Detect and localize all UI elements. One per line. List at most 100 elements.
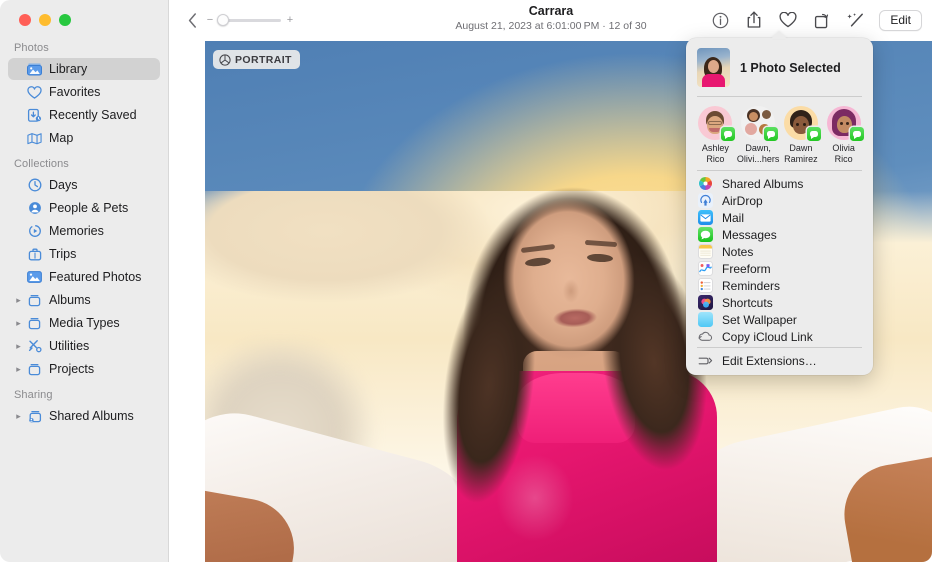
edit-button[interactable]: Edit bbox=[879, 10, 922, 31]
sidebar-item-favorites[interactable]: ▸ Favorites bbox=[8, 81, 160, 103]
share-menu-item-label: Copy iCloud Link bbox=[722, 330, 813, 344]
share-selection-header: 1 Photo Selected bbox=[686, 45, 873, 96]
heart-icon bbox=[25, 86, 44, 99]
sidebar-item-map[interactable]: ▸ Map bbox=[8, 127, 160, 149]
chevron-right-icon[interactable]: ▸ bbox=[12, 405, 25, 427]
share-menu-item-copy-icloud-link[interactable]: Copy iCloud Link bbox=[686, 328, 873, 345]
sidebar-item-label: Favorites bbox=[49, 85, 100, 99]
sidebar-item-people-and-pets[interactable]: ▸ People & Pets bbox=[8, 197, 160, 219]
zoom-in-label[interactable]: + bbox=[286, 14, 294, 26]
share-menu-item-label: Set Wallpaper bbox=[722, 313, 797, 327]
sidebar-item-days[interactable]: ▸ Days bbox=[8, 174, 160, 196]
toolbar-actions: Edit bbox=[709, 0, 922, 40]
extensions-icon bbox=[698, 353, 713, 368]
thumbnail-face bbox=[708, 60, 719, 73]
sidebar-item-label: Utilities bbox=[49, 339, 89, 353]
library-icon bbox=[25, 63, 44, 76]
sidebar-item-label: People & Pets bbox=[49, 201, 128, 215]
minimize-button[interactable] bbox=[39, 14, 51, 26]
share-menu-item-freeform[interactable]: Freeform bbox=[686, 260, 873, 277]
sidebar-item-label: Recently Saved bbox=[49, 108, 137, 122]
person-circle-icon bbox=[25, 201, 44, 215]
chevron-right-icon[interactable]: ▸ bbox=[12, 312, 25, 334]
avatar bbox=[827, 106, 861, 140]
shortcuts-icon bbox=[698, 295, 713, 310]
share-menu-item-reminders[interactable]: Reminders bbox=[686, 277, 873, 294]
share-menu-item-mail[interactable]: Mail bbox=[686, 209, 873, 226]
sidebar-item-trips[interactable]: ▸ Trips bbox=[8, 243, 160, 265]
messages-badge bbox=[850, 127, 864, 141]
share-menu-item-label: AirDrop bbox=[722, 194, 763, 208]
album-icon bbox=[25, 294, 44, 307]
sidebar-item-label: Map bbox=[49, 131, 73, 145]
share-menu-item-label: Edit Extensions… bbox=[722, 354, 817, 368]
close-button[interactable] bbox=[19, 14, 31, 26]
share-menu-item-edit-extensions[interactable]: Edit Extensions… bbox=[686, 352, 873, 369]
photos-app-window: Photos ▸ Library ▸ bbox=[0, 0, 932, 562]
chevron-right-icon[interactable]: ▸ bbox=[12, 335, 25, 357]
sidebar-item-label: Memories bbox=[49, 224, 104, 238]
sidebar-item-featured-photos[interactable]: ▸ Featured Photos bbox=[8, 266, 160, 288]
sidebar-item-label: Featured Photos bbox=[49, 270, 141, 284]
suggested-people-row: Ashley Rico Dawn, Olivi...hers bbox=[686, 97, 873, 170]
favorite-button[interactable] bbox=[777, 9, 799, 31]
sidebar-section-photos-list: ▸ Library ▸ Favo bbox=[0, 58, 168, 149]
suggested-person-group[interactable]: Dawn, Olivi...hers bbox=[737, 106, 780, 164]
clock-icon bbox=[25, 178, 44, 192]
share-menu-item-set-wallpaper[interactable]: Set Wallpaper bbox=[686, 311, 873, 328]
sidebar-item-memories[interactable]: ▸ Memories bbox=[8, 220, 160, 242]
memories-play-icon bbox=[25, 224, 44, 238]
share-menu-item-shortcuts[interactable]: Shortcuts bbox=[686, 294, 873, 311]
zoom-slider[interactable]: − + bbox=[206, 14, 294, 26]
share-menu-footer: Edit Extensions… bbox=[686, 348, 873, 369]
sidebar-item-recently-saved[interactable]: ▸ Recently Saved bbox=[8, 104, 160, 126]
status-badge-label: PORTRAIT bbox=[235, 54, 292, 66]
share-menu-item-label: Mail bbox=[722, 211, 744, 225]
share-menu-item-airdrop[interactable]: AirDrop bbox=[686, 192, 873, 209]
sidebar-section-sharing-list: ▸ Shared Albums bbox=[0, 405, 168, 427]
icloud-link-icon bbox=[698, 329, 713, 344]
enhance-button[interactable] bbox=[845, 9, 867, 31]
status-badge[interactable]: PORTRAIT bbox=[213, 50, 300, 69]
share-menu-item-notes[interactable]: Notes bbox=[686, 243, 873, 260]
zoom-slider-track[interactable] bbox=[219, 19, 281, 22]
suggested-person-ashley-rico[interactable]: Ashley Rico bbox=[694, 106, 737, 164]
sidebar-item-projects[interactable]: ▸ Projects bbox=[8, 358, 160, 380]
chevron-right-icon[interactable]: ▸ bbox=[12, 289, 25, 311]
rotate-button[interactable] bbox=[811, 9, 833, 31]
share-button[interactable] bbox=[743, 9, 765, 31]
toolbar: − + Carrara August 21, 2023 at 6:01:00 P… bbox=[170, 0, 932, 40]
selected-photo-thumbnail bbox=[697, 48, 730, 87]
sidebar-section-collections-list: ▸ Days ▸ People bbox=[0, 174, 168, 380]
selection-count-label: 1 Photo Selected bbox=[740, 61, 841, 75]
aperture-icon bbox=[219, 54, 231, 66]
back-button[interactable] bbox=[182, 9, 202, 31]
sidebar-item-shared-albums[interactable]: ▸ Shared Albums bbox=[8, 405, 160, 427]
airdrop-icon bbox=[698, 193, 713, 208]
shared-album-icon bbox=[25, 410, 44, 423]
sidebar-item-label: Days bbox=[49, 178, 77, 192]
sidebar-item-library[interactable]: ▸ Library bbox=[8, 58, 160, 80]
messages-icon bbox=[698, 227, 713, 242]
maximize-button[interactable] bbox=[59, 14, 71, 26]
share-menu-item-messages[interactable]: Messages bbox=[686, 226, 873, 243]
zoom-slider-knob[interactable] bbox=[217, 14, 229, 26]
sidebar-section-photos-header: Photos bbox=[0, 34, 168, 58]
reminders-icon bbox=[698, 278, 713, 293]
share-menu-item-label: Freeform bbox=[722, 262, 771, 276]
zoom-out-label[interactable]: − bbox=[206, 14, 214, 26]
suggested-person-dawn-ramirez[interactable]: Dawn Ramirez bbox=[780, 106, 823, 164]
heart-icon bbox=[779, 12, 797, 28]
info-button[interactable] bbox=[709, 9, 731, 31]
notes-icon bbox=[698, 244, 713, 259]
sidebar-item-albums[interactable]: ▸ Albums bbox=[8, 289, 160, 311]
sidebar-item-utilities[interactable]: ▸ Utilities bbox=[8, 335, 160, 357]
recently-saved-icon bbox=[25, 108, 44, 122]
share-icon bbox=[746, 11, 762, 29]
share-menu-item-label: Messages bbox=[722, 228, 777, 242]
suggested-person-olivia-rico[interactable]: Olivia Rico bbox=[822, 106, 865, 164]
sidebar-item-media-types[interactable]: ▸ Media Types bbox=[8, 312, 160, 334]
suitcase-icon bbox=[25, 248, 44, 261]
chevron-right-icon[interactable]: ▸ bbox=[12, 358, 25, 380]
share-menu-item-shared-albums[interactable]: Shared Albums bbox=[686, 175, 873, 192]
